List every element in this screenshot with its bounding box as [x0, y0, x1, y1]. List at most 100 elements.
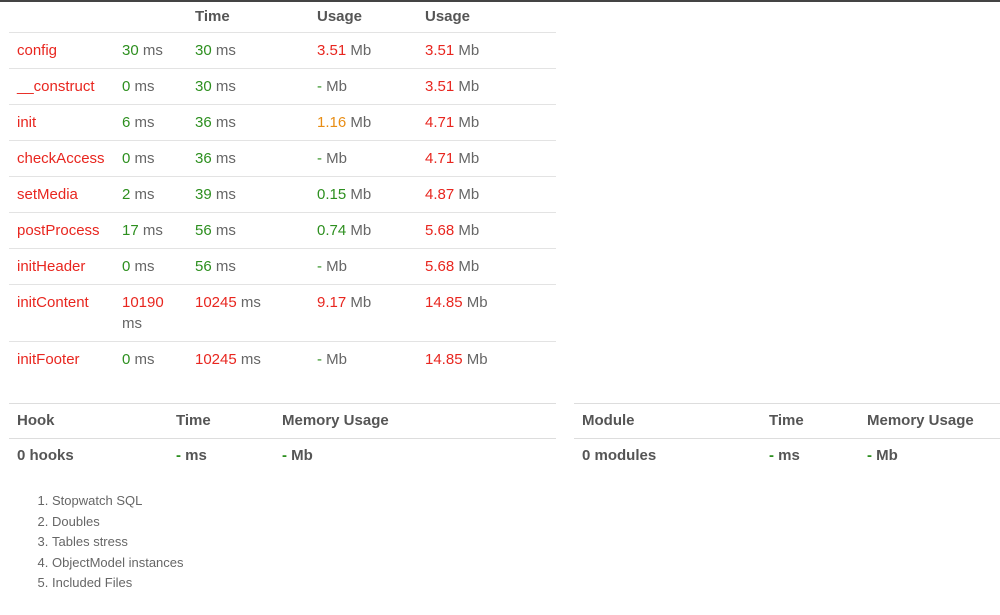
step-time: 0 ms — [114, 341, 187, 377]
step-name: init — [9, 104, 114, 141]
link-tables-stress[interactable]: Tables stress — [52, 532, 184, 553]
step-time-value: 6 — [122, 114, 131, 131]
cumulative-memory: 5.68 Mb — [417, 248, 556, 285]
step-time-value: 0 — [122, 351, 131, 368]
cumulative-memory-unit: Mb — [458, 186, 480, 203]
step-memory-unit: Mb — [350, 186, 372, 203]
step-time: 2 ms — [114, 176, 187, 213]
step-name: setMedia — [9, 176, 114, 213]
cumulative-time-value: 56 — [195, 258, 212, 275]
cumulative-memory-value: 4.71 — [425, 150, 455, 167]
hooks-time: - ms — [168, 439, 274, 473]
cumulative-time-unit: ms — [215, 186, 236, 203]
step-memory-value: 9.17 — [317, 294, 347, 311]
step-memory-value: 3.51 — [317, 42, 347, 59]
step-memory-value: - — [317, 351, 322, 368]
cumulative-memory: 3.51 Mb — [417, 68, 556, 105]
step-time-value: 30 — [122, 42, 139, 59]
modules-header-memory: Memory Usage — [859, 403, 1000, 439]
hooks-time-value: - — [176, 447, 181, 464]
cumulative-time-value: 10245 — [195, 351, 237, 368]
step-memory-unit: Mb — [350, 114, 372, 131]
cumulative-time-value: 56 — [195, 222, 212, 239]
timing-table: Time Usage Usage config 30 ms 30 ms 3.51 Mb… — [9, 4, 556, 377]
cumulative-memory-unit: Mb — [458, 114, 480, 131]
link-stopwatch-sql[interactable]: Stopwatch SQL — [52, 491, 184, 512]
step-time-value: 2 — [122, 186, 131, 203]
cumulative-time-value: 10245 — [195, 294, 237, 311]
step-name: initHeader — [9, 248, 114, 285]
step-memory-unit: Mb — [326, 78, 348, 95]
header-usage: Usage — [317, 8, 363, 25]
step-memory-unit: Mb — [350, 42, 372, 59]
cumulative-memory-unit: Mb — [466, 294, 488, 311]
cumulative-memory: 5.68 Mb — [417, 212, 556, 249]
step-time-unit: ms — [134, 150, 155, 167]
modules-time-value: - — [769, 447, 774, 464]
step-memory-unit: Mb — [350, 222, 372, 239]
cumulative-time-value: 36 — [195, 114, 212, 131]
step-time-unit: ms — [142, 42, 163, 59]
step-memory-unit: Mb — [326, 351, 348, 368]
step-memory-value: 1.16 — [317, 114, 347, 131]
cumulative-memory: 3.51 Mb — [417, 32, 556, 69]
cumulative-time: 10245 ms — [187, 284, 309, 342]
modules-memory: - Mb — [859, 439, 1000, 473]
cumulative-memory-value: 3.51 — [425, 42, 455, 59]
cumulative-memory-value: 14.85 — [425, 351, 463, 368]
cumulative-time-unit: ms — [215, 222, 236, 239]
step-time-value: 17 — [122, 222, 139, 239]
step-name: config — [9, 32, 114, 69]
step-time-value: 0 — [122, 258, 131, 275]
modules-header-time: Time — [761, 403, 859, 439]
modules-memory-value: - — [867, 447, 872, 464]
step-time-unit: ms — [134, 258, 155, 275]
step-memory: 9.17 Mb — [309, 284, 417, 342]
cumulative-memory-unit: Mb — [466, 351, 488, 368]
hooks-header-row: Hook Time Memory Usage — [9, 403, 556, 439]
cumulative-time: 39 ms — [187, 176, 309, 213]
cumulative-time: 30 ms — [187, 68, 309, 105]
step-time: 10190 ms — [114, 284, 187, 342]
step-memory: 0.74 Mb — [309, 212, 417, 249]
step-memory-value: 0.15 — [317, 186, 347, 203]
step-name: postProcess — [9, 212, 114, 249]
cumulative-time-unit: ms — [240, 351, 261, 368]
link-doubles[interactable]: Doubles — [52, 512, 184, 533]
step-memory: 1.16 Mb — [309, 104, 417, 141]
step-time-unit: ms — [122, 315, 142, 332]
step-memory: 3.51 Mb — [309, 32, 417, 69]
hooks-header-time: Time — [168, 403, 274, 439]
cumulative-time: 36 ms — [187, 104, 309, 141]
hooks-summary-row: 0 hooks - ms - Mb — [9, 439, 556, 473]
modules-header-row: Module Time Memory Usage — [574, 403, 1000, 439]
link-objectmodel-instances[interactable]: ObjectModel instances — [52, 553, 184, 574]
step-memory-unit: Mb — [326, 258, 348, 275]
step-time: 17 ms — [114, 212, 187, 249]
link-included-files[interactable]: Included Files — [52, 573, 184, 594]
timing-row: setMedia 2 ms 39 ms 0.15 Mb 4.87 Mb — [9, 176, 556, 213]
cumulative-time-value: 39 — [195, 186, 212, 203]
cumulative-memory-value: 14.85 — [425, 294, 463, 311]
modules-time: - ms — [761, 439, 859, 473]
hooks-memory: - Mb — [274, 439, 556, 473]
cumulative-memory-value: 3.51 — [425, 78, 455, 95]
step-memory-value: - — [317, 150, 322, 167]
cumulative-memory: 4.71 Mb — [417, 104, 556, 141]
cumulative-memory-value: 5.68 — [425, 258, 455, 275]
hooks-memory-unit: Mb — [291, 447, 313, 464]
cumulative-memory-value: 5.68 — [425, 222, 455, 239]
header-time: Time — [195, 8, 230, 25]
hooks-time-unit: ms — [185, 447, 207, 464]
header-blank-2 — [114, 4, 187, 33]
cumulative-memory: 4.71 Mb — [417, 140, 556, 177]
step-time-unit: ms — [142, 222, 163, 239]
timing-row: initContent 10190 ms 10245 ms 9.17 Mb 14.85 … — [9, 284, 556, 342]
cumulative-time-unit: ms — [240, 294, 261, 311]
timing-row: __construct 0 ms 30 ms - Mb 3.51 Mb — [9, 68, 556, 105]
step-time-unit: ms — [134, 114, 155, 131]
cumulative-time: 36 ms — [187, 140, 309, 177]
step-name: checkAccess — [9, 140, 114, 177]
modules-time-unit: ms — [778, 447, 800, 464]
step-time-value: 10190 — [122, 294, 164, 311]
